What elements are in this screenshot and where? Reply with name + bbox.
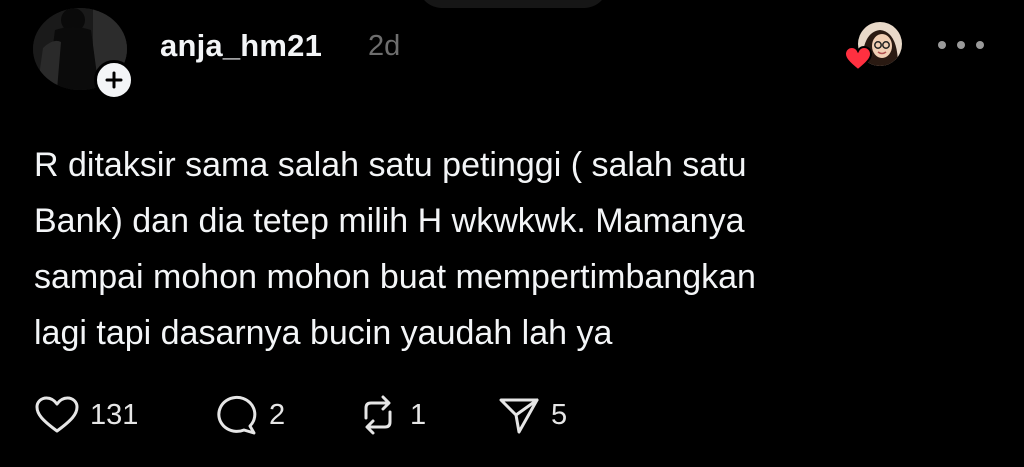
like-button[interactable]: 131 <box>34 394 138 436</box>
heart-icon <box>34 395 80 435</box>
more-horizontal-icon[interactable] <box>938 36 984 54</box>
status-notch <box>418 0 608 8</box>
repost-button[interactable]: 1 <box>356 394 426 436</box>
reply-button[interactable]: 2 <box>215 394 285 436</box>
red-heart-icon <box>843 45 873 72</box>
send-icon <box>497 394 541 436</box>
reply-count: 2 <box>269 398 286 431</box>
more-dot <box>957 41 965 49</box>
plus-icon <box>105 71 123 89</box>
more-dot <box>938 41 946 49</box>
like-count: 131 <box>90 398 139 431</box>
post-body-line: sampai mohon mohon buat mempertimbangkan <box>34 258 756 296</box>
post-body-line: Bank) dan dia tetep milih H wkwkwk. Mama… <box>34 202 745 240</box>
more-dot <box>976 41 984 49</box>
repost-icon <box>356 394 400 436</box>
share-count: 5 <box>551 398 568 431</box>
repost-count: 1 <box>410 398 427 431</box>
thread-post: anja_hm21 2d R ditaksir sama salah satu … <box>0 0 1024 467</box>
comment-bubble-icon <box>215 394 259 436</box>
post-body-line: lagi tapi dasarnya bucin yaudah lah ya <box>34 314 613 352</box>
post-body: R ditaksir sama salah satu petinggi ( sa… <box>34 137 934 361</box>
follow-button[interactable] <box>94 60 134 100</box>
share-button[interactable]: 5 <box>497 394 567 436</box>
post-body-line: R ditaksir sama salah satu petinggi ( sa… <box>34 146 747 184</box>
post-timestamp: 2d <box>368 30 401 62</box>
author-username[interactable]: anja_hm21 <box>160 28 322 64</box>
